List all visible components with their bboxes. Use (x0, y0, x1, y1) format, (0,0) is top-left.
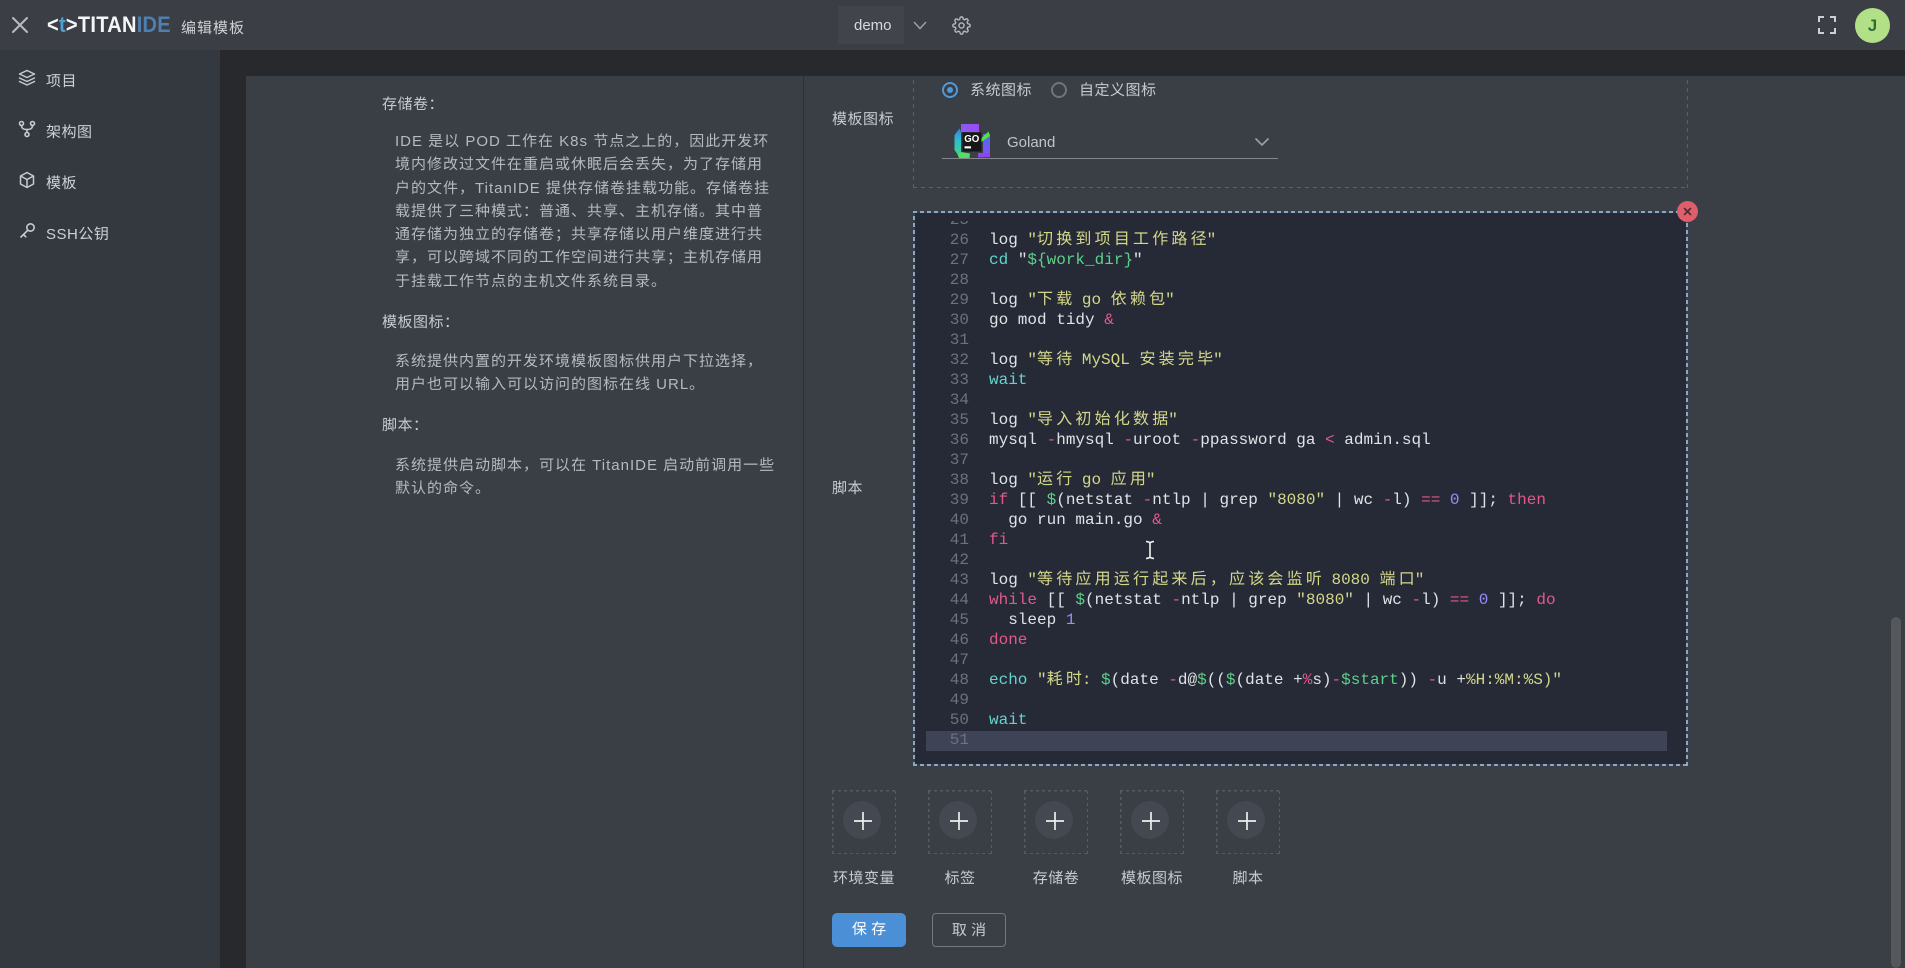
svg-text:GO: GO (964, 134, 980, 145)
